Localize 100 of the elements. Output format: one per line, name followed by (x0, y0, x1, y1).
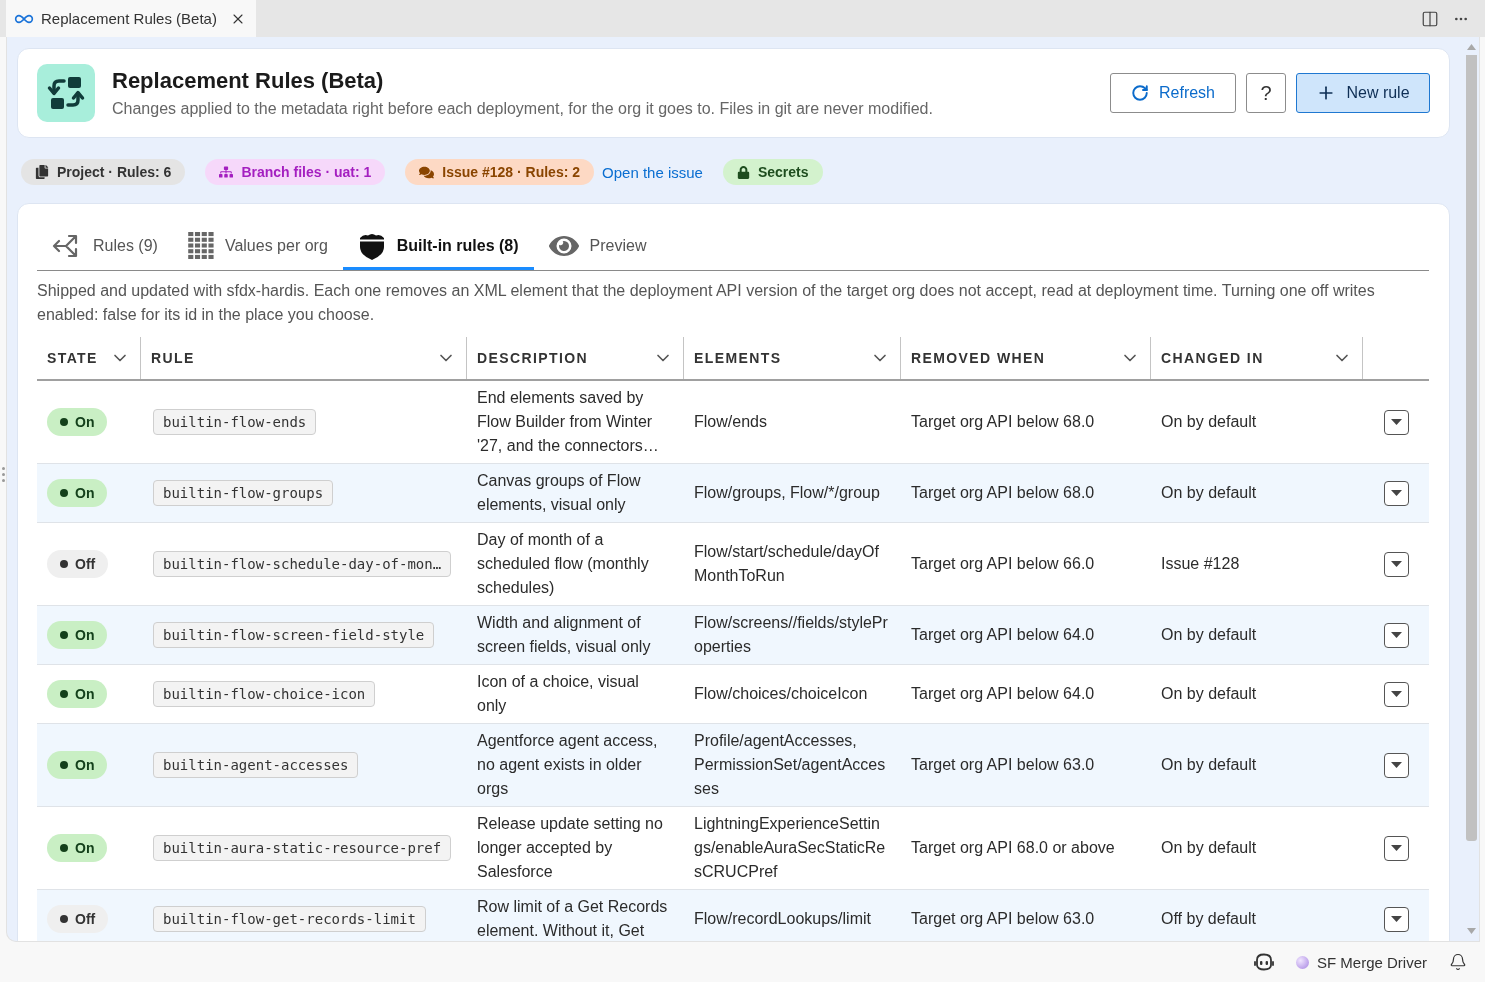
documents-icon (35, 165, 49, 179)
rule-id: builtin-flow-schedule-day-of-mon… (153, 551, 452, 577)
caret-down-icon (1390, 561, 1402, 567)
sphere-icon (1295, 955, 1309, 969)
changed-in-text: On by default (1161, 684, 1257, 704)
caret-down-icon (1390, 845, 1402, 851)
removed-when-text: Target org API below 64.0 (911, 684, 1095, 704)
extension-status-item[interactable]: SF Merge Driver (1295, 953, 1427, 971)
status-dot-icon (60, 690, 68, 698)
rule-id: builtin-agent-accesses (153, 752, 359, 778)
status-dot-icon (60, 418, 68, 426)
drag-handle-icon[interactable] (1, 467, 5, 482)
status-dot-icon (60, 761, 68, 769)
caret-down-icon (1390, 490, 1402, 496)
status-dot-icon (60, 915, 68, 923)
elements-text: Flow/ends (694, 412, 767, 432)
badge-label: Secrets (757, 164, 809, 180)
row-dropdown-button[interactable] (1383, 681, 1409, 707)
status-dot-icon (60, 631, 68, 639)
rule-id: builtin-flow-screen-field-style (153, 622, 435, 648)
new-rule-button[interactable]: New rule (1296, 73, 1430, 113)
caret-down-icon (1390, 419, 1402, 425)
changed-in-text: On by default (1161, 483, 1257, 503)
removed-when-text: Target org API below 66.0 (911, 554, 1095, 574)
removed-when-text: Target org API below 68.0 (911, 412, 1095, 432)
refresh-button[interactable]: Refresh (1110, 73, 1236, 113)
caret-down-icon (1390, 762, 1402, 768)
row-dropdown-button[interactable] (1383, 622, 1409, 648)
caret-down-icon (1390, 632, 1402, 638)
row-dropdown-button[interactable] (1383, 551, 1409, 577)
tab[interactable]: Values per org (172, 224, 343, 270)
state-label: On (75, 685, 95, 704)
status-dot-icon (60, 489, 68, 497)
caret-down-icon (1390, 916, 1402, 922)
description-text: Width and alignment of screen fields, visual only (477, 613, 652, 657)
elements-text: LightningExperienceSettings/enableAuraSecStaticResCRUCPref (694, 814, 887, 882)
elements-text: Flow/start/schedule/dayOfMonthToRun (694, 542, 880, 586)
changed-in-text: On by default (1161, 838, 1257, 858)
column-header: REMOVED WHEN (911, 350, 1046, 366)
column-header: RULE (151, 350, 195, 366)
elements-text: Flow/groups, Flow/*/group (694, 483, 880, 503)
removed-when-text: Target org API below 68.0 (911, 483, 1095, 503)
description-text: End elements saved by Flow Builder from Winter '27, and the connectors… (477, 388, 660, 456)
page-subtitle: Changes applied to the metadata right before each deployment, for the org it goes to. Files in git are never modified. (112, 99, 934, 119)
caret-down-icon (1390, 691, 1402, 697)
state-label: Off (75, 910, 96, 929)
state-label: On (75, 756, 95, 775)
row-dropdown-button[interactable] (1383, 906, 1409, 932)
row-dropdown-button[interactable] (1383, 409, 1409, 435)
description-text: Canvas groups of Flow elements, visual only (477, 471, 642, 515)
scrollbar-thumb[interactable] (1465, 55, 1477, 841)
shield-icon (357, 231, 386, 260)
description-text: Day of month of a scheduled flow (monthly schedules) (477, 530, 650, 598)
rule-id: builtin-flow-get-records-limit (153, 906, 426, 932)
lock-icon (736, 165, 750, 179)
elements-text: Flow/screens//fields/styleProperties (694, 613, 888, 657)
removed-when-text: Target org API below 63.0 (911, 909, 1095, 929)
column-header: ELEMENTS (694, 350, 782, 366)
state-label: On (75, 484, 95, 503)
changed-in-text: On by default (1161, 412, 1257, 432)
rule-id: builtin-flow-choice-icon (153, 681, 376, 707)
status-dot-icon (60, 560, 68, 568)
badge-label: Branch files · uat: 1 (241, 164, 372, 180)
badge-label: Issue #128 · Rules: 2 (442, 164, 581, 180)
description-text: Agentforce agent access, no agent exists in older orgs (477, 731, 659, 799)
issue-link[interactable]: Open the issue (602, 163, 703, 181)
help-button[interactable]: ? (1246, 73, 1286, 113)
description-text: Row limit of a Get Records element. Without it, Get (477, 897, 669, 941)
removed-when-text: Target org API 68.0 or above (911, 838, 1115, 858)
row-dropdown-button[interactable] (1383, 480, 1409, 506)
removed-when-text: Target org API below 64.0 (911, 625, 1095, 645)
changed-in-text: Off by default (1161, 909, 1256, 929)
page-title: Replacement Rules (Beta) (112, 67, 385, 95)
column-header: DESCRIPTION (477, 350, 589, 366)
swap-arrows-icon (37, 64, 95, 122)
tab[interactable]: Rules (9) (37, 224, 173, 270)
row-dropdown-button[interactable] (1383, 835, 1409, 861)
changed-in-text: On by default (1161, 755, 1257, 775)
editor-tab[interactable]: Replacement Rules (Beta) (6, 0, 256, 37)
rule-id: builtin-aura-static-resource-pref (153, 835, 452, 861)
tab[interactable]: Preview (533, 224, 662, 270)
description-text: Release update setting no longer accepted by Salesforce (477, 814, 664, 882)
column-header: CHANGED IN (1161, 350, 1264, 366)
column-header: STATE (47, 350, 98, 366)
tab[interactable]: Built-in rules (8) (342, 224, 534, 270)
elements-text: Flow/choices/choiceIcon (694, 684, 868, 704)
rule-id: builtin-flow-ends (153, 409, 317, 435)
state-label: On (75, 839, 95, 858)
elements-text: Flow/recordLookups/limit (694, 909, 871, 929)
state-label: Off (75, 555, 96, 574)
intro-text: Shipped and updated with sfdx-hardis. Each one removes an XML element that the deployment API version of the target org does not accept, read at deployment time. Turning one off writes enabled: false for its id in the place you choose. (37, 281, 1376, 325)
status-dot-icon (60, 844, 68, 852)
split-editor-icon[interactable] (1421, 9, 1439, 28)
state-label: On (75, 626, 95, 645)
row-dropdown-button[interactable] (1383, 752, 1409, 778)
badge-label: Project · Rules: 6 (57, 164, 172, 180)
rule-id: builtin-flow-groups (153, 480, 334, 506)
bell-icon[interactable] (1449, 953, 1467, 971)
robot-face-icon[interactable] (1253, 953, 1274, 971)
changed-in-text: Issue #128 (1161, 554, 1240, 574)
